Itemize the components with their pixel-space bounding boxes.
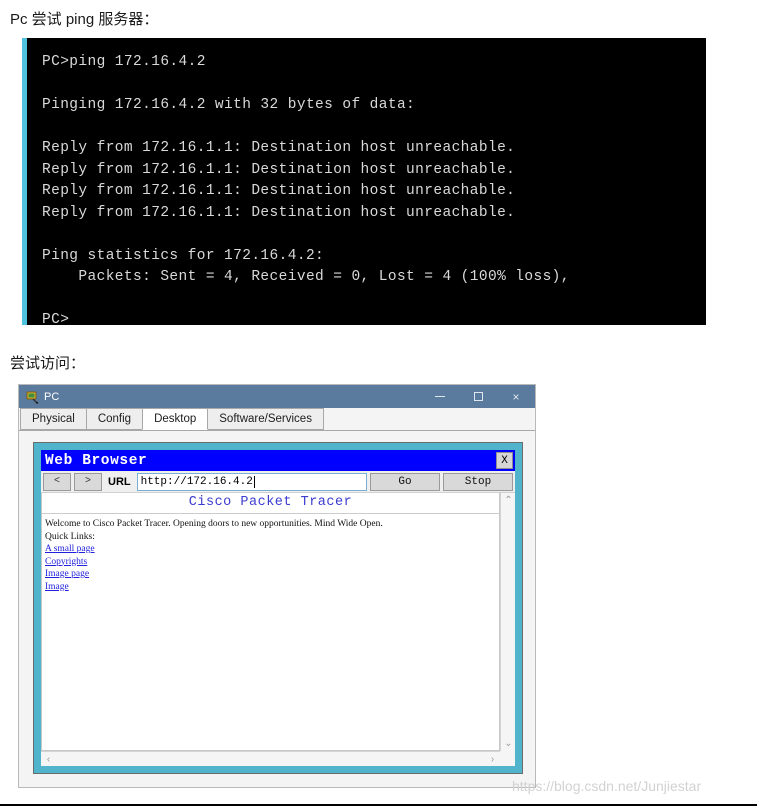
terminal-line: PC>ping 172.16.4.2	[42, 54, 206, 70]
terminal-line: PC>	[42, 312, 70, 325]
page-welcome-text: Welcome to Cisco Packet Tracer. Opening …	[45, 519, 383, 529]
web-browser-toolbar: < > URL http://172.16.4.2 Go Stop	[41, 471, 515, 492]
terminal-output: PC>ping 172.16.4.2 Pinging 172.16.4.2 wi…	[42, 52, 702, 325]
forward-button[interactable]: >	[74, 472, 102, 491]
terminal-line: Packets: Sent = 4, Received = 0, Lost = …	[42, 269, 570, 285]
minimize-icon[interactable]	[421, 385, 459, 408]
horizontal-scrollbar[interactable]: ‹ ›	[41, 751, 500, 766]
pc-tab-bar: Physical Config Desktop Software/Services	[19, 408, 535, 431]
scroll-right-icon[interactable]: ›	[485, 752, 500, 766]
tab-physical[interactable]: Physical	[20, 408, 87, 430]
watermark: https://blog.csdn.net/Junjiestar	[512, 778, 702, 794]
stop-button[interactable]: Stop	[443, 472, 513, 491]
web-page-viewport: Cisco Packet Tracer Welcome to Cisco Pac…	[41, 492, 515, 766]
scroll-up-icon[interactable]: ⌃	[501, 493, 515, 508]
page-heading: Cisco Packet Tracer	[42, 493, 499, 514]
terminal-line: Reply from 172.16.1.1: Destination host …	[42, 204, 516, 221]
url-label: URL	[108, 475, 131, 488]
pc-window: PC × Physical Config Desktop Software/Servi…	[18, 384, 536, 788]
close-icon[interactable]: ×	[497, 385, 535, 408]
scroll-down-icon[interactable]: ⌄	[501, 736, 515, 751]
page-link[interactable]: Image	[42, 581, 499, 594]
terminal-line: Pinging 172.16.4.2 with 32 bytes of data…	[42, 97, 416, 113]
web-browser-titlebar: Web Browser X	[41, 450, 515, 471]
desktop-panel: Web Browser X < > URL http://172.16.4.2 …	[19, 432, 535, 787]
web-page-content: Cisco Packet Tracer Welcome to Cisco Pac…	[41, 493, 500, 751]
page-link[interactable]: A small page	[42, 543, 499, 556]
web-browser-close-button[interactable]: X	[496, 452, 513, 469]
tab-desktop[interactable]: Desktop	[142, 408, 209, 430]
url-input[interactable]: http://172.16.4.2	[136, 472, 367, 491]
quick-links-list: A small page Copyrights Image page Image	[42, 543, 499, 593]
ping-caption: Pc 尝试 ping 服务器：	[10, 11, 159, 28]
window-controls: ×	[421, 385, 535, 408]
vertical-scrollbar[interactable]: ⌃ ⌄	[500, 493, 515, 751]
pc-window-titlebar[interactable]: PC ×	[19, 385, 535, 408]
terminal-line: Reply from 172.16.1.1: Destination host …	[42, 161, 516, 178]
page-link[interactable]: Copyrights	[42, 556, 499, 569]
access-caption: 尝试访问：	[10, 355, 86, 372]
maximize-icon[interactable]	[459, 385, 497, 408]
ping-terminal-window: PC>ping 172.16.4.2 Pinging 172.16.4.2 wi…	[22, 38, 706, 325]
tab-software-services[interactable]: Software/Services	[207, 408, 324, 430]
terminal-scrollbar[interactable]	[22, 38, 27, 325]
scrollbar-corner	[500, 751, 515, 766]
terminal-line: Reply from 172.16.1.1: Destination host …	[42, 140, 516, 156]
back-button[interactable]: <	[43, 472, 71, 491]
text-caret	[253, 475, 255, 488]
web-browser-frame: Web Browser X < > URL http://172.16.4.2 …	[33, 442, 523, 774]
scroll-left-icon[interactable]: ‹	[41, 752, 56, 766]
pc-device-icon	[25, 390, 39, 404]
page-link[interactable]: Image page	[42, 568, 499, 581]
terminal-line: Reply from 172.16.1.1: Destination host …	[42, 183, 516, 199]
web-browser-title: Web Browser	[45, 452, 148, 469]
terminal-line: Ping statistics for 172.16.4.2:	[42, 247, 325, 264]
tab-config[interactable]: Config	[85, 408, 144, 430]
url-input-value: http://172.16.4.2	[140, 475, 253, 488]
go-button[interactable]: Go	[370, 472, 440, 491]
quick-links-label: Quick Links:	[45, 531, 95, 542]
web-browser-window: Web Browser X < > URL http://172.16.4.2 …	[41, 450, 515, 766]
pc-window-title: PC	[44, 390, 60, 403]
